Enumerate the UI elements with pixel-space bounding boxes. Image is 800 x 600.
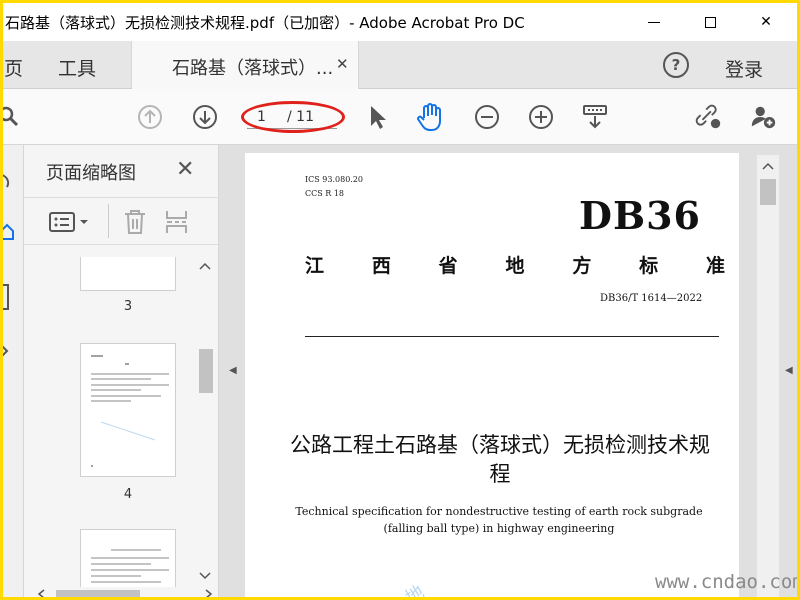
- maximize-icon: [704, 16, 716, 28]
- toolbar: 1 / 11: [3, 89, 797, 145]
- heading-char: 方: [572, 255, 592, 277]
- minimize-icon: [648, 21, 660, 23]
- standard-number: DB36/T 1614—2022: [600, 293, 703, 304]
- zoom-out-icon[interactable]: [473, 103, 501, 131]
- tab-tools[interactable]: 工具: [58, 54, 96, 81]
- maximize-button[interactable]: [687, 3, 733, 41]
- ics-code: ICS 93.080.20 CCS R 18: [305, 173, 363, 201]
- tab-close-icon[interactable]: ✕: [336, 55, 349, 73]
- title-bar: 石路基（落球式）无损检测技术规程.pdf（已加密）- Adobe Acrobat…: [3, 3, 797, 41]
- document-title-cn: 公路工程土石路基（落球式）无损检测技术规程: [290, 433, 710, 486]
- hand-tool-icon[interactable]: [417, 103, 445, 131]
- extract-page-icon[interactable]: [164, 208, 190, 240]
- ccs-line: CCS R 18: [305, 189, 345, 198]
- heading-rule: [305, 336, 719, 337]
- heading-char: 标: [639, 255, 659, 277]
- tab-document-label: 石路基（落球式）...: [172, 58, 334, 79]
- thumbnail-page-label: 4: [123, 487, 133, 502]
- previous-page-icon[interactable]: [136, 103, 164, 131]
- search-icon[interactable]: [3, 103, 23, 131]
- page-watermark: 地: [401, 581, 428, 597]
- next-page-icon[interactable]: [191, 103, 219, 131]
- close-icon: ✕: [760, 14, 772, 30]
- ics-line: ICS 93.080.20: [305, 175, 364, 184]
- document-title-en: Technical specification for nondestructi…: [295, 505, 703, 535]
- tab-bar: 主页 工具 石路基（落球式）... ✕ ? 登录: [3, 41, 797, 89]
- panel-close-icon[interactable]: ✕: [176, 157, 194, 182]
- site-watermark: www.cndao.com: [655, 571, 797, 593]
- province-standard-heading: 江 西 省 地 方 标 准: [305, 251, 725, 278]
- left-navigation-rail: [3, 145, 24, 597]
- left-rail-icons[interactable]: [3, 145, 24, 375]
- document-view[interactable]: ◀ ICS 93.080.20 CCS R 18 DB36 江 西 省 地 方 …: [219, 145, 797, 597]
- page-thumbnail[interactable]: [80, 257, 176, 291]
- thumbnail-panel: 页面缩略图 ✕ 3 4: [24, 145, 219, 597]
- delete-page-icon[interactable]: [122, 208, 148, 240]
- thumbnail-horizontal-scrollbar[interactable]: [34, 585, 216, 597]
- page-thumbnail[interactable]: [80, 343, 176, 477]
- help-icon[interactable]: ?: [663, 52, 689, 78]
- tab-home[interactable]: 主页: [3, 54, 23, 81]
- tab-document[interactable]: 石路基（落球式）... ✕: [131, 41, 359, 89]
- page-display-icon[interactable]: [581, 103, 609, 131]
- close-window-button[interactable]: ✕: [743, 3, 789, 41]
- heading-char: 省: [438, 255, 458, 277]
- panel-toolbar: [24, 197, 219, 245]
- highlight-ellipse: [241, 101, 345, 133]
- options-menu-icon[interactable]: [48, 210, 92, 238]
- panel-title: 页面缩略图: [46, 163, 136, 184]
- standard-code: DB36: [579, 193, 701, 238]
- document-scrollbar[interactable]: [757, 155, 779, 597]
- select-cursor-icon[interactable]: [363, 103, 391, 131]
- thumbnail-list: 3 4: [24, 257, 196, 587]
- acrobat-window: 石路基（落球式）无损检测技术规程.pdf（已加密）- Adobe Acrobat…: [3, 3, 797, 597]
- heading-char: 准: [705, 255, 725, 277]
- add-user-icon[interactable]: [749, 103, 777, 131]
- zoom-in-icon[interactable]: [527, 103, 555, 131]
- thumbnail-page-label: 3: [123, 299, 133, 314]
- expand-right-panel-icon[interactable]: ◀: [785, 365, 793, 376]
- collapse-left-panel-icon[interactable]: ◀: [229, 365, 237, 376]
- heading-char: 江: [305, 255, 325, 277]
- thumbnail-scrollbar[interactable]: [196, 257, 214, 587]
- login-button[interactable]: 登录: [725, 55, 763, 82]
- heading-char: 地: [505, 255, 525, 277]
- page-thumbnail[interactable]: [80, 529, 176, 587]
- heading-char: 西: [371, 255, 391, 277]
- share-link-icon[interactable]: [695, 103, 723, 131]
- window-title: 石路基（落球式）无损检测技术规程.pdf（已加密）- Adobe Acrobat…: [5, 14, 525, 32]
- panel-divider: [108, 204, 109, 238]
- document-page: ICS 93.080.20 CCS R 18 DB36 江 西 省 地 方 标 …: [245, 153, 739, 597]
- minimize-button[interactable]: [631, 3, 677, 41]
